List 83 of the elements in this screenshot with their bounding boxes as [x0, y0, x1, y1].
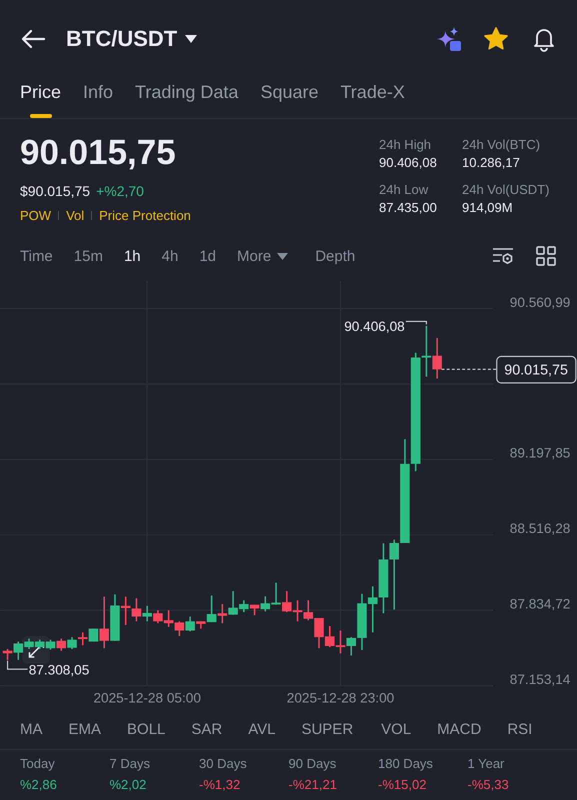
period-label: 30 Days [199, 756, 248, 771]
stat-label: 24h High [379, 137, 432, 152]
bell-icon[interactable] [531, 26, 557, 52]
indicator-tab[interactable]: EMA [68, 721, 102, 738]
depth-tab[interactable]: Depth [315, 248, 356, 264]
pair-selector[interactable]: BTC/USDT [66, 26, 198, 52]
leader-line [7, 660, 28, 670]
price-axis-label: 87.153,14 [510, 672, 570, 687]
stat-label: 24h Vol(BTC) [462, 137, 542, 152]
indicator-tab[interactable]: MA [20, 721, 42, 738]
period-label: Today [20, 756, 56, 771]
period-change: -%15,02 [378, 777, 428, 792]
caret-icon [185, 35, 198, 43]
tab[interactable]: Trading Data [135, 78, 238, 118]
period-label: 180 Days [378, 756, 434, 771]
price-axis-label: 89.197,85 [510, 446, 570, 461]
tab[interactable]: Square [260, 78, 318, 118]
candlestick [35, 640, 45, 649]
fiat-price: $90.015,75 [20, 183, 90, 199]
candlestick [218, 604, 228, 624]
current-price-tag: 90.015,75 [496, 356, 576, 384]
candlestick [292, 600, 302, 622]
tab[interactable]: Price [20, 78, 62, 118]
candlestick [46, 640, 56, 650]
stat-value: 87.435,00 [379, 200, 438, 215]
period-change: -%21,21 [288, 777, 338, 792]
low-price-marker: 87.308,05 [28, 662, 90, 678]
indicator-tab[interactable]: MACD [437, 721, 482, 738]
candlestick [164, 610, 174, 627]
tag-link[interactable]: POW [20, 208, 52, 223]
price-axis-label: 88.516,28 [510, 521, 570, 536]
interval-tab[interactable]: 4h [162, 248, 178, 264]
stat-value: 90.406,08 [379, 155, 438, 170]
candlestick [336, 630, 346, 654]
price-axis-label: 90.560,99 [510, 294, 570, 310]
indicator-tab[interactable]: BOLL [127, 721, 166, 738]
price-axis-label: 87.834,72 [510, 596, 570, 612]
candlestick [67, 637, 77, 649]
candlestick [250, 604, 260, 616]
tag-link[interactable]: Price Protection [99, 208, 191, 223]
indicator-settings-icon[interactable] [492, 245, 514, 267]
price-line [442, 368, 497, 370]
back-icon[interactable] [20, 29, 46, 49]
candlestick [432, 338, 442, 379]
star-icon[interactable] [483, 26, 509, 52]
interval-tab[interactable]: 1h [124, 248, 141, 264]
candlestick [324, 626, 335, 648]
candlestick [153, 610, 163, 624]
indicator-tab[interactable]: SUPER [301, 721, 354, 738]
period-change: %2,86 [20, 777, 58, 792]
period-label: 7 Days [110, 756, 151, 771]
tab[interactable]: Trade-X [340, 78, 405, 118]
indicator-tab[interactable]: RSI [507, 721, 532, 738]
price-change: +%2,70 [96, 183, 144, 199]
period-label: 1 Year [468, 756, 506, 771]
interval-tab[interactable]: Time [20, 248, 53, 264]
candlestick [174, 621, 184, 636]
candlestick [56, 638, 66, 651]
candlestick [78, 632, 88, 646]
stat-label: 24h Low [379, 182, 430, 197]
time-axis-label: 2025-12-28 23:00 [286, 690, 394, 706]
period-change: %2,02 [110, 777, 148, 792]
stat-label: 24h Vol(USDT) [462, 182, 550, 197]
interval-tab[interactable]: 15m [74, 248, 103, 264]
tab[interactable]: Info [83, 78, 114, 118]
more-dropdown[interactable]: More [237, 248, 288, 264]
last-price: 90.015,75 [20, 133, 177, 173]
stat-value: 10.286,17 [462, 155, 521, 170]
candlestick [282, 591, 292, 612]
caret-icon [277, 252, 288, 260]
leader-line [406, 320, 427, 324]
time-axis-label: 2025-12-28 05:00 [93, 690, 201, 706]
period-change: -%1,32 [199, 777, 242, 792]
stat-value: 914,09M [462, 200, 514, 215]
indicator-tab[interactable]: AVL [248, 721, 276, 738]
indicator-tab[interactable]: VOL [381, 721, 412, 738]
period-label: 90 Days [288, 756, 338, 771]
period-change: -%5,33 [468, 777, 510, 792]
grid-icon[interactable] [535, 245, 557, 267]
indicator-tab[interactable]: SAR [191, 721, 222, 738]
high-price-marker: 90.406,08 [344, 319, 405, 334]
tag-link[interactable]: Vol [66, 208, 84, 223]
interval-tab[interactable]: 1d [199, 248, 216, 264]
